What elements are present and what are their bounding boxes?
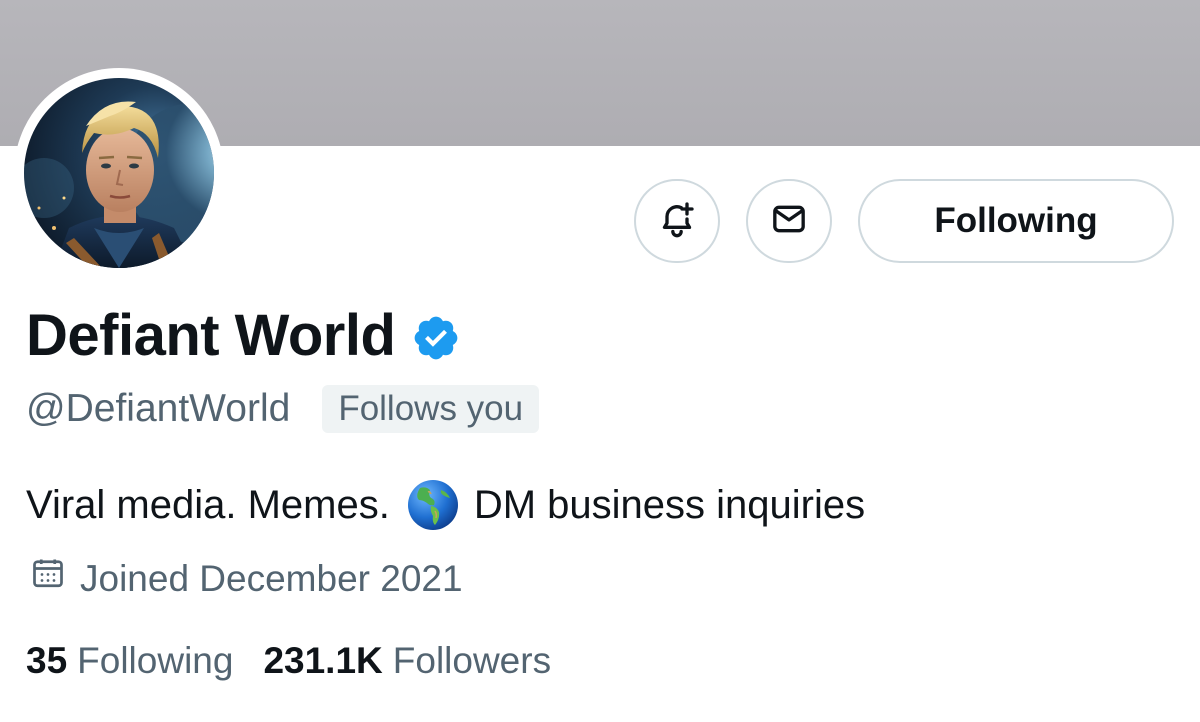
followers-count-link[interactable]: 231.1K Followers [263, 636, 551, 686]
followers-label: Followers [392, 640, 552, 681]
envelope-icon [769, 199, 809, 244]
following-button-label: Following [934, 201, 1098, 240]
following-count: 35 [26, 640, 68, 681]
joined-date: Joined December 2021 [30, 555, 463, 603]
bell-plus-icon [657, 199, 697, 244]
bio-text-before: Viral media. Memes. [26, 483, 390, 527]
bio: Viral media. Memes. DM business inquirie… [26, 477, 865, 533]
display-name-row: Defiant World [26, 298, 461, 374]
globe-icon [406, 478, 460, 532]
handle-row: @DefiantWorld Follows you [26, 383, 540, 435]
following-count-link[interactable]: 35 Following [26, 636, 233, 686]
following-label: Following [77, 640, 234, 681]
notify-button[interactable] [634, 179, 720, 263]
handle: @DefiantWorld [26, 387, 291, 430]
follows-you-badge: Follows you [322, 385, 540, 433]
followers-count: 231.1K [263, 640, 383, 681]
verified-badge-icon[interactable] [411, 313, 461, 363]
message-button[interactable] [746, 179, 832, 263]
following-button[interactable]: Following [858, 179, 1174, 263]
calendar-icon [30, 555, 80, 603]
profile-page: Following Defiant World @DefiantWorld Fo… [0, 0, 1200, 722]
bio-text-after: DM business inquiries [473, 483, 866, 527]
display-name: Defiant World [26, 303, 396, 368]
follow-stats: 35 Following 231.1K Followers [26, 636, 581, 686]
joined-text: Joined December 2021 [80, 558, 463, 599]
avatar[interactable] [24, 78, 214, 268]
